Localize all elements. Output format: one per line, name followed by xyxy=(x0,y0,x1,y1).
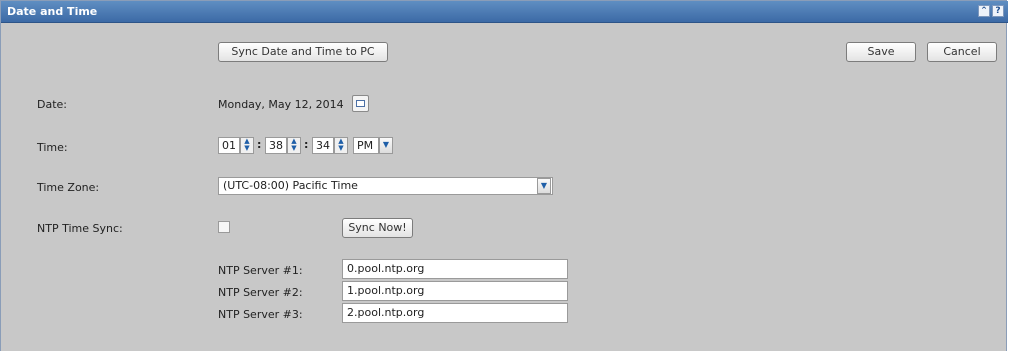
ntp-sync-label: NTP Time Sync: xyxy=(37,222,123,235)
ntp-server-2-label: NTP Server #2: xyxy=(218,286,303,299)
chevron-down-icon[interactable]: ▼ xyxy=(379,137,393,154)
date-time-panel: Date and Time ⌃ ? Sync Date and Time to … xyxy=(0,0,1008,351)
timezone-label: Time Zone: xyxy=(37,181,100,194)
chevron-down-icon[interactable]: ▼ xyxy=(537,178,551,194)
panel-title: Date and Time xyxy=(7,5,98,18)
panel-titlebar: Date and Time ⌃ ? xyxy=(1,1,1008,23)
ntp-server-3-label: NTP Server #3: xyxy=(218,308,303,321)
hour-spinner-icon[interactable]: ▲ ▼ xyxy=(240,137,254,154)
ntp-sync-checkbox[interactable] xyxy=(218,221,230,233)
help-icon[interactable]: ? xyxy=(992,5,1004,17)
save-button[interactable]: Save xyxy=(846,42,916,62)
minute-spinner-icon[interactable]: ▲ ▼ xyxy=(287,137,301,154)
ampm-select[interactable]: PM xyxy=(353,137,379,154)
time-label: Time: xyxy=(37,141,68,154)
second-field[interactable]: 34 xyxy=(312,137,334,154)
ntp-server-1-input[interactable]: 0.pool.ntp.org xyxy=(342,259,568,279)
ntp-server-3-input[interactable]: 2.pool.ntp.org xyxy=(342,303,568,323)
sync-now-button[interactable]: Sync Now! xyxy=(342,218,413,238)
date-value: Monday, May 12, 2014 xyxy=(218,98,344,111)
time-separator: : xyxy=(304,138,309,151)
sync-to-pc-button[interactable]: Sync Date and Time to PC xyxy=(218,42,388,62)
minute-field[interactable]: 38 xyxy=(265,137,287,154)
time-separator: : xyxy=(257,138,262,151)
timezone-select[interactable]: (UTC-08:00) Pacific Time xyxy=(218,177,553,195)
second-spinner-icon[interactable]: ▲ ▼ xyxy=(334,137,348,154)
calendar-icon[interactable] xyxy=(352,95,369,112)
collapse-icon[interactable]: ⌃ xyxy=(978,5,990,17)
hour-field[interactable]: 01 xyxy=(218,137,240,154)
cancel-button[interactable]: Cancel xyxy=(927,42,997,62)
date-label: Date: xyxy=(37,98,67,111)
ntp-server-2-input[interactable]: 1.pool.ntp.org xyxy=(342,281,568,301)
ntp-server-1-label: NTP Server #1: xyxy=(218,264,303,277)
